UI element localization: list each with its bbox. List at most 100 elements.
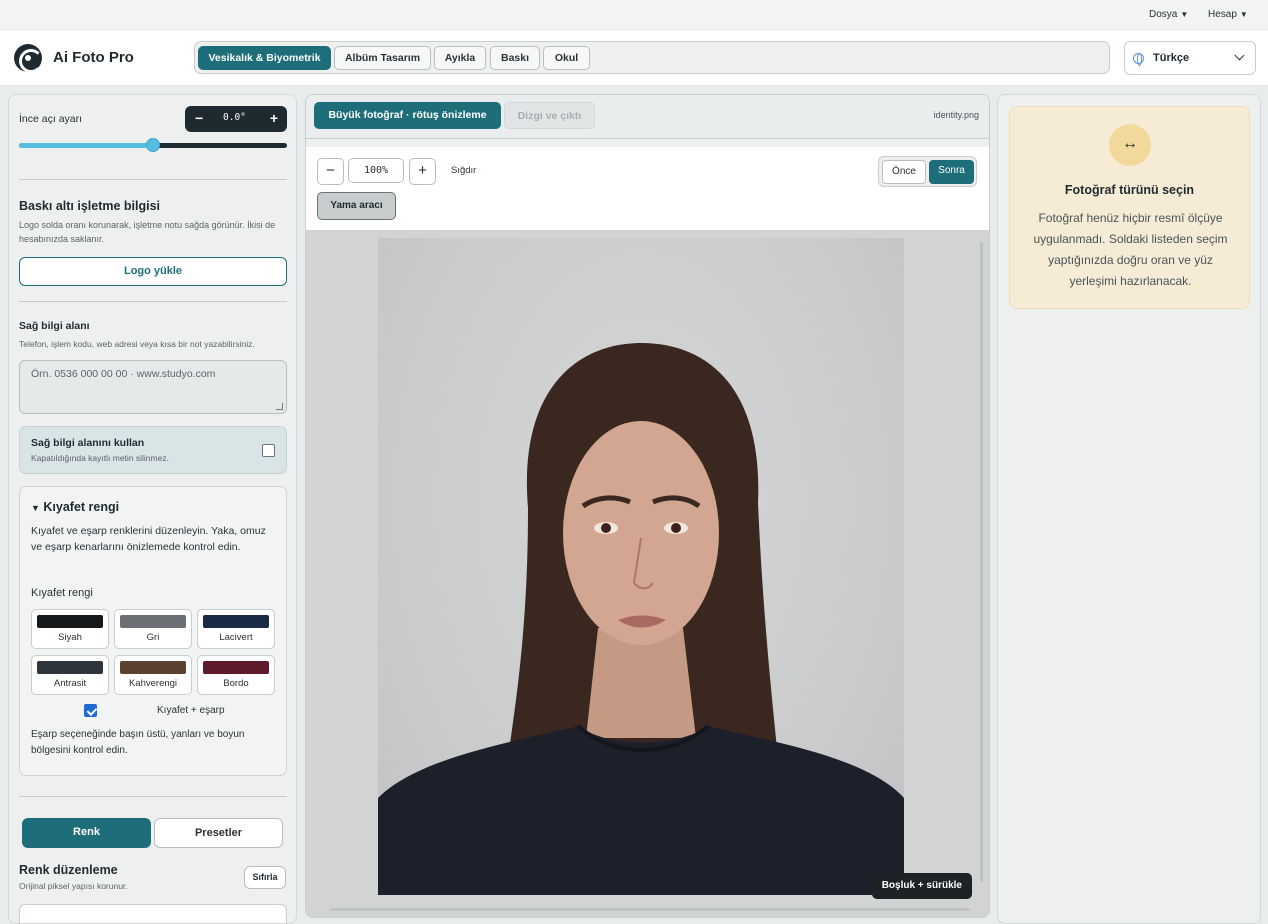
- angle-slider[interactable]: [19, 138, 287, 152]
- divider: [19, 796, 287, 797]
- footer-info-title: Baskı altı işletme bilgisi: [19, 199, 161, 213]
- info-body: Fotoğraf henüz hiçbir resmî ölçüye uygul…: [1033, 211, 1228, 288]
- swatch-gri[interactable]: Gri: [114, 609, 192, 649]
- upload-logo-button[interactable]: Logo yükle: [19, 257, 287, 286]
- main-tabs: Vesikalık & Biyometrik Albüm Tasarım Ayı…: [194, 41, 1110, 74]
- tab-okul[interactable]: Okul: [543, 46, 590, 70]
- clothing-title: Kıyafet rengi: [43, 500, 120, 514]
- color-edit-help: Orijinal piksel yapısı korunur.: [19, 881, 128, 891]
- angle-increase-button[interactable]: +: [270, 110, 278, 126]
- angle-label: İnce açı ayarı: [19, 113, 83, 125]
- language-select[interactable]: Türkçe: [1124, 41, 1256, 75]
- swatch-label: Kahverengi: [128, 678, 178, 689]
- angle-stepper: − 0.0° +: [185, 106, 287, 132]
- swatch-label: Siyah: [58, 632, 82, 643]
- file-menu[interactable]: Dosya ▼: [1149, 9, 1188, 20]
- scarf-note: Eşarp seçeneğinde başın üstü, yanları ve…: [31, 729, 245, 756]
- preview-canvas[interactable]: Boşluk + sürükle: [306, 230, 989, 917]
- clothing-toggle[interactable]: ▼ Kıyafet rengi: [31, 500, 119, 514]
- info-title: Fotoğraf türünü seçin: [1064, 183, 1195, 197]
- clothing-card: ▼ Kıyafet rengi Kıyafet ve eşarp renkler…: [19, 486, 287, 776]
- swatch-label: Gri: [146, 632, 160, 643]
- menu-bar: Dosya ▼ Hesap ▼: [0, 0, 1268, 30]
- swatch-chip: [120, 661, 186, 674]
- right-info-toggle-help: Kapatıldığında kayıtlı metin silinmez.: [31, 453, 169, 463]
- file-menu-label: Dosya: [1149, 9, 1178, 20]
- swatch-lacivert[interactable]: Lacivert: [197, 609, 275, 649]
- swatch-chip: [120, 615, 186, 628]
- photo-type-info-card: ↔ Fotoğraf türünü seçin Fotoğraf henüz h…: [1009, 106, 1250, 309]
- zoom-input[interactable]: 100%: [348, 158, 404, 183]
- color-tab-button[interactable]: Renk: [22, 818, 151, 848]
- angle-decrease-button[interactable]: −: [195, 110, 203, 126]
- before-after-toggle: Önce Sonra: [878, 156, 977, 187]
- swatch-label: Lacivert: [219, 632, 253, 643]
- fit-button[interactable]: Sığdır: [451, 165, 476, 176]
- angle-slider-handle[interactable]: [146, 138, 160, 152]
- chevron-down-icon: [1234, 50, 1245, 61]
- preview-header: Büyük fotoğraf · rötuş önizleme Dizgi ve…: [306, 95, 989, 139]
- swatch-chip: [203, 661, 269, 674]
- swatch-bordo[interactable]: Bordo: [197, 655, 275, 695]
- right-info-toggle-title: Sağ bilgi alanını kullan: [31, 437, 145, 449]
- zoom-in-button[interactable]: +: [409, 158, 436, 185]
- account-menu-label: Hesap: [1208, 9, 1237, 20]
- tab-ayikla[interactable]: Ayıkla: [434, 46, 486, 70]
- app-title: Ai Foto Pro: [53, 49, 134, 66]
- portrait-photo: [378, 238, 904, 895]
- app-header: Ai Foto Pro Vesikalık & Biyometrik Albüm…: [0, 30, 1268, 86]
- swatch-label: Antrasit: [53, 678, 87, 689]
- tab-vesikalik[interactable]: Vesikalık & Biyometrik: [198, 46, 331, 70]
- swatch-label: Bordo: [223, 678, 249, 689]
- filename: identity.png: [933, 110, 979, 120]
- clothing-sub: Kıyafet rengi: [31, 587, 93, 599]
- color-edit-title: Renk düzenleme: [19, 863, 118, 877]
- center-panel: Büyük fotoğraf · rötuş önizleme Dizgi ve…: [305, 94, 990, 918]
- horizontal-scrollbar[interactable]: [330, 908, 970, 911]
- right-info-checkbox[interactable]: [262, 444, 275, 457]
- app-logo-icon: [14, 44, 43, 73]
- angle-value: 0.0°: [223, 112, 246, 123]
- before-button[interactable]: Önce: [882, 160, 926, 184]
- zoom-out-button[interactable]: −: [317, 158, 344, 185]
- right-info-help: Telefon, işlem kodu, web adresi veya kıs…: [19, 339, 255, 349]
- tab-layout-output[interactable]: Dizgi ve çıktı: [504, 102, 595, 129]
- right-panel: ↔ Fotoğraf türünü seçin Fotoğraf henüz h…: [997, 94, 1261, 924]
- tab-baski[interactable]: Baskı: [490, 46, 540, 70]
- presets-tab-button[interactable]: Presetler: [154, 818, 283, 848]
- swatch-kahverengi[interactable]: Kahverengi: [114, 655, 192, 695]
- language-label: Türkçe: [1153, 52, 1190, 64]
- account-menu[interactable]: Hesap ▼: [1208, 9, 1248, 20]
- tab-album[interactable]: Albüm Tasarım: [334, 46, 431, 70]
- swatch-chip: [203, 615, 269, 628]
- chevron-down-icon: ▼: [1180, 10, 1189, 19]
- divider: [19, 301, 287, 302]
- footer-info-help: Logo solda oranı korunarak, işletme notu…: [19, 220, 276, 244]
- swatch-siyah[interactable]: Siyah: [31, 609, 109, 649]
- after-button[interactable]: Sonra: [929, 160, 974, 184]
- angle-slider-fill: [19, 143, 153, 148]
- chevron-down-icon: ▼: [1239, 10, 1248, 19]
- pan-hint: Boşluk + sürükle: [871, 873, 972, 899]
- reset-button[interactable]: Sıfırla: [244, 866, 286, 889]
- clothing-desc: Kıyafet ve eşarp renklerini düzenleyin. …: [31, 525, 266, 553]
- right-info-toggle-card[interactable]: Sağ bilgi alanını kullan Kapatıldığında …: [19, 426, 287, 474]
- swatch-chip: [37, 615, 103, 628]
- portrait-illustration: [378, 343, 904, 895]
- preview-toolbar: − 100% + Sığdır Önce Sonra Yama aracı: [306, 147, 989, 230]
- tab-large-preview[interactable]: Büyük fotoğraf · rötuş önizleme: [314, 102, 501, 129]
- scarf-label: Kıyafet + eşarp: [157, 705, 225, 716]
- color-edit-panel: [19, 904, 287, 923]
- globe-icon: [1133, 53, 1144, 66]
- right-info-title: Sağ bilgi alanı: [19, 320, 90, 332]
- divider: [19, 179, 287, 180]
- collapse-triangle-icon: ▼: [31, 503, 40, 513]
- right-info-textarea[interactable]: Örn. 0536 000 00 00 · www.studyo.com: [19, 360, 287, 414]
- swap-horizontal-icon: ↔: [1109, 124, 1151, 166]
- right-info-placeholder: Örn. 0536 000 00 00 · www.studyo.com: [31, 368, 216, 380]
- vertical-scrollbar[interactable]: [980, 242, 983, 882]
- patch-tool-button[interactable]: Yama aracı: [317, 192, 396, 220]
- swatch-antrasit[interactable]: Antrasit: [31, 655, 109, 695]
- swatch-chip: [37, 661, 103, 674]
- scarf-checkbox[interactable]: [84, 704, 97, 717]
